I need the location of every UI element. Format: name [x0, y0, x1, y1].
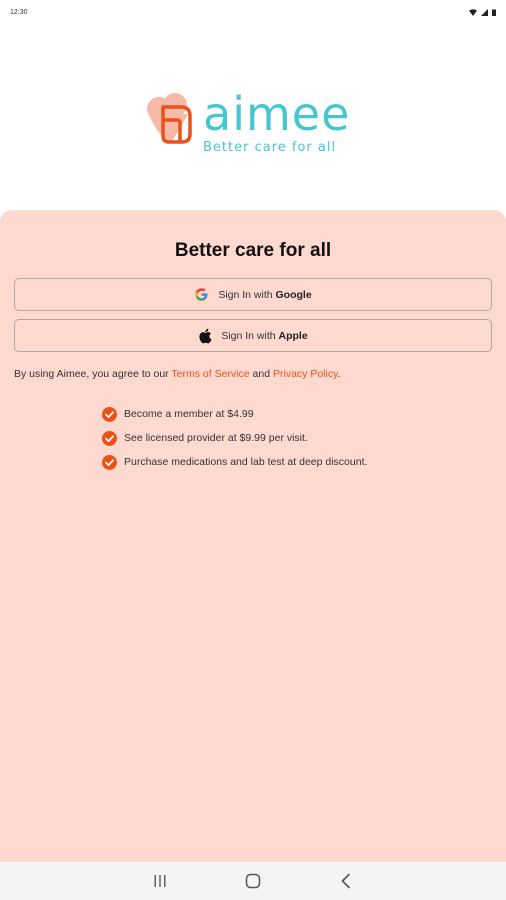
benefits-list: Become a member at $4.99 See licensed pr… [102, 402, 367, 474]
sign-in-card: Better care for all Sign In with Google … [0, 210, 506, 862]
status-bar: 12:30 [0, 0, 506, 24]
aimee-heart-logo-icon [147, 93, 192, 144]
google-button-prefix: Sign In with [218, 288, 273, 301]
benefit-text: Become a member at $4.99 [124, 408, 254, 420]
back-icon[interactable] [339, 873, 353, 889]
battery-icon [492, 9, 496, 16]
brand-name: aimee [203, 87, 351, 141]
apple-button-provider: Apple [278, 329, 308, 342]
terms-suffix: . [337, 368, 341, 380]
card-title: Better care for all [174, 240, 332, 261]
google-button-label: Sign In with Google [218, 289, 311, 301]
brand-logo: aimee Better care for all [0, 88, 506, 168]
list-item: Become a member at $4.99 [102, 402, 367, 426]
google-button-provider: Google [275, 288, 312, 301]
status-time: 12:30 [10, 8, 28, 16]
list-item: Purchase medications and lab test at dee… [102, 450, 367, 474]
apple-icon [199, 328, 212, 343]
sign-in-apple-button[interactable]: Sign In with Apple [14, 319, 492, 352]
system-navigation-bar [0, 862, 506, 900]
recent-apps-icon[interactable] [153, 874, 167, 888]
privacy-policy-link[interactable]: Privacy Policy [273, 368, 338, 380]
wifi-icon [469, 8, 477, 16]
check-circle-icon [102, 454, 117, 470]
terms-of-service-link[interactable]: Terms of Service [171, 368, 249, 380]
brand-tagline: Better care for all [203, 140, 337, 155]
check-circle-icon [102, 430, 117, 446]
terms-prefix: By using Aimee, you agree to our [14, 368, 169, 380]
terms-notice: By using Aimee, you agree to our Terms o… [14, 368, 340, 380]
signal-icon [481, 8, 488, 16]
benefit-text: See licensed provider at $9.99 per visit… [124, 432, 308, 444]
apple-button-label: Sign In with Apple [221, 330, 307, 342]
google-icon [195, 288, 208, 301]
apple-button-prefix: Sign In with [221, 329, 276, 342]
benefit-text: Purchase medications and lab test at dee… [124, 456, 368, 468]
status-icons [469, 8, 496, 16]
check-circle-icon [102, 406, 117, 422]
sign-in-google-button[interactable]: Sign In with Google [14, 278, 492, 311]
home-icon[interactable] [245, 873, 261, 889]
list-item: See licensed provider at $9.99 per visit… [102, 426, 367, 450]
terms-connector: and [252, 368, 271, 380]
